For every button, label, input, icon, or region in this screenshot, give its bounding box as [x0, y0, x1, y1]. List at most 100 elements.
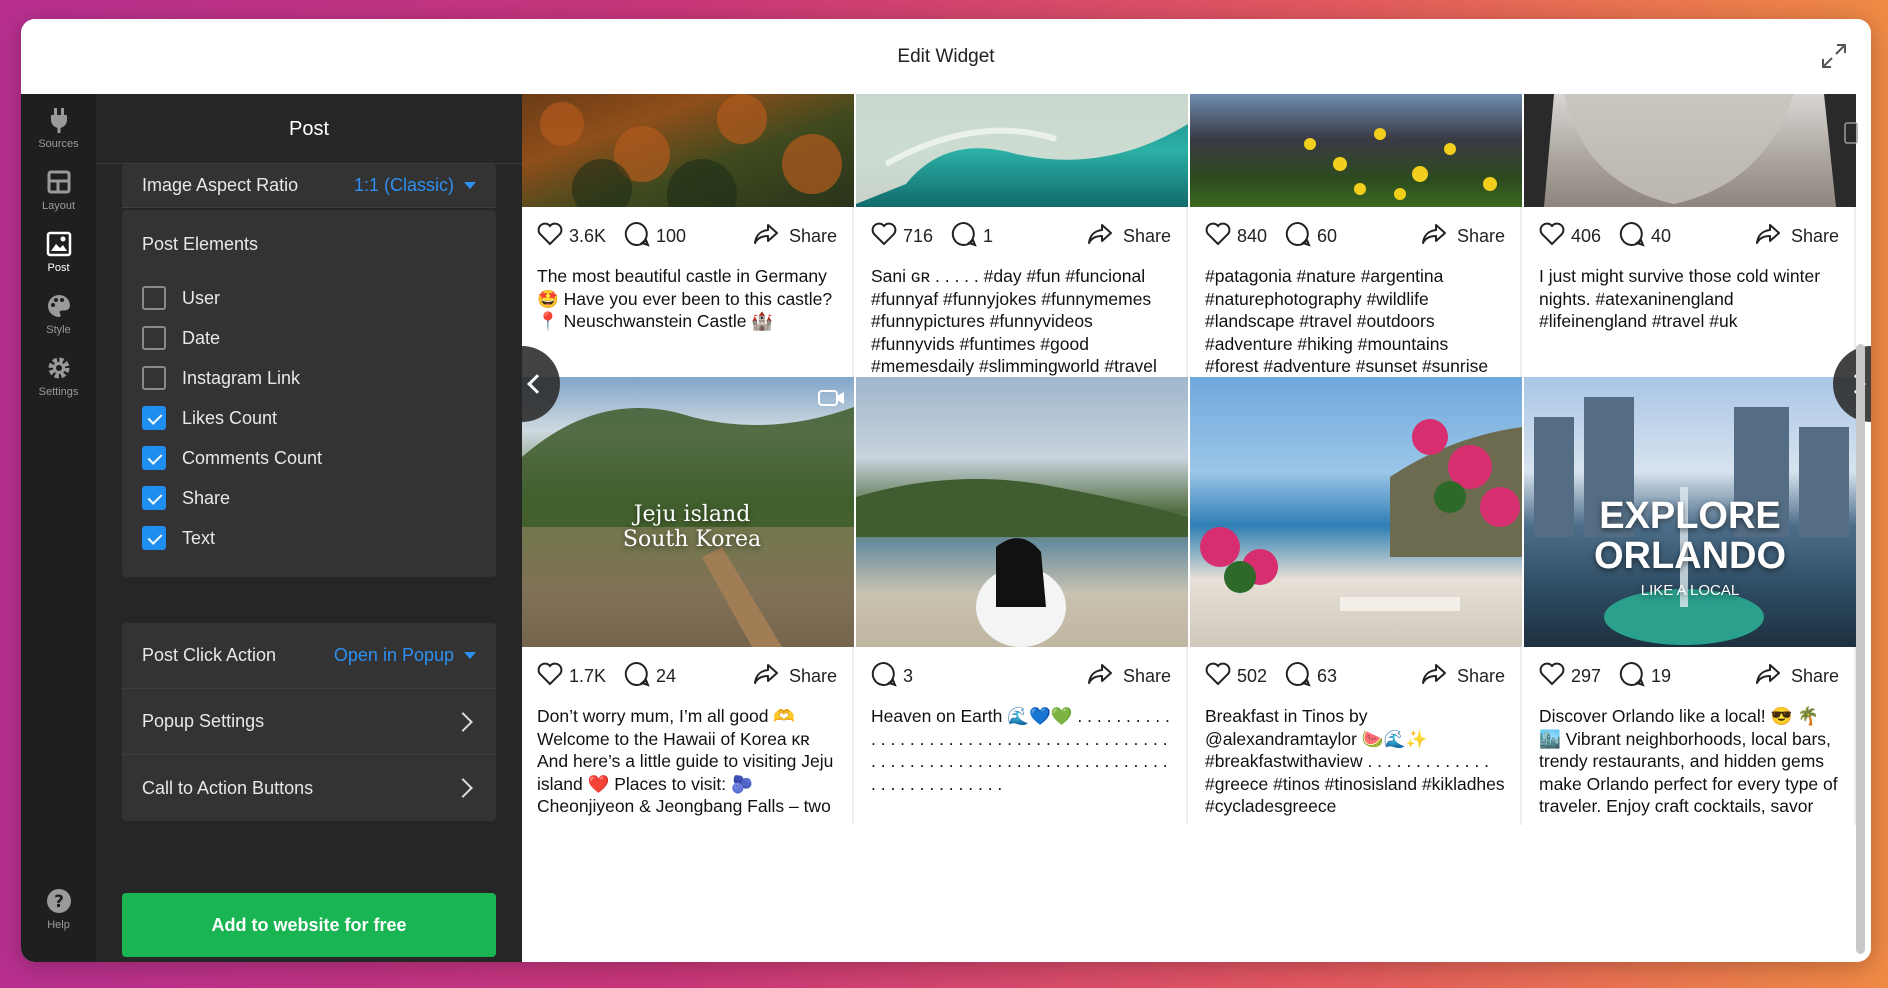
post-stats: 297 19 Share [1524, 647, 1854, 705]
comment-icon [871, 661, 903, 692]
feed-post[interactable]: 716 1 Share Sani ɢʀ . . . . . #day #fun #f… [856, 94, 1188, 385]
comment-icon [1285, 661, 1317, 692]
feed-scrollbar[interactable] [1856, 344, 1865, 954]
post-element-checkbox[interactable]: User [122, 278, 496, 318]
post-caption: #patagonia #nature #argentina #naturepho… [1205, 266, 1489, 376]
chevron-right-icon [453, 711, 473, 732]
checkbox[interactable] [142, 406, 166, 430]
rail-item-layout[interactable]: Layout [21, 168, 96, 212]
heart-icon [537, 662, 569, 691]
post-element-checkbox[interactable]: Comments Count [122, 438, 496, 478]
checkbox-label: Date [182, 327, 221, 348]
checkbox-label: Likes Count [182, 407, 278, 428]
aspect-ratio-value: 1:1 (Classic) [353, 175, 454, 195]
comment-icon [624, 221, 656, 252]
checkbox[interactable] [142, 286, 166, 310]
feed-post[interactable]: 3 Share Heaven on Earth 🌊💙💚 . . . . . . .… [856, 377, 1188, 825]
post-stats: 406 40 Share [1524, 207, 1854, 265]
post-stats: 1.7K 24 Share [522, 647, 852, 705]
likes-count: 1.7K [537, 662, 606, 691]
rail-label-sources: Sources [38, 138, 79, 150]
heart-icon [537, 222, 569, 251]
post-stats: 502 63 Share [1190, 647, 1520, 705]
post-elements-card: Post Elements User Date Instagram Link Like… [122, 210, 496, 577]
checkbox[interactable] [142, 486, 166, 510]
share-button[interactable]: Share [753, 223, 837, 250]
post-click-action-label: Post Click Action [142, 645, 277, 665]
aspect-ratio-label: Image Aspect Ratio [142, 175, 299, 195]
comments-count: 24 [624, 661, 676, 692]
comments-count: 3 [871, 661, 913, 692]
post-element-checkbox[interactable]: Instagram Link [122, 358, 496, 398]
post-element-checkbox[interactable]: Likes Count [122, 398, 496, 438]
post-click-action-value: Open in Popup [333, 645, 454, 665]
comments-count: 1 [951, 221, 993, 252]
aspect-ratio-card: Image Aspect Ratio 1:1 (Classic) [122, 164, 496, 208]
image-overlay-text: Jeju island [633, 502, 751, 527]
rail-item-style[interactable]: Style [21, 292, 96, 336]
popup-settings-row[interactable]: Popup Settings [122, 689, 496, 755]
rail-item-settings[interactable]: Settings [21, 354, 96, 398]
share-button[interactable]: Share [753, 663, 837, 690]
feed-post[interactable]: 3.6K 100 Share The most beautiful castle i… [522, 94, 854, 385]
share-icon [753, 663, 789, 690]
share-button[interactable]: Share [1421, 223, 1505, 250]
post-element-checkbox[interactable]: Text [122, 518, 496, 558]
post-image [856, 94, 1188, 207]
post-stats: 3 Share [856, 647, 1186, 705]
help-icon: ? [46, 889, 71, 913]
share-icon [1755, 663, 1791, 690]
popup-settings-label: Popup Settings [142, 711, 265, 731]
mobile-preview-icon[interactable] [1843, 122, 1859, 144]
share-icon [1087, 663, 1123, 690]
checkbox[interactable] [142, 526, 166, 550]
checkbox-label: Share [182, 487, 231, 508]
feed-post[interactable]: 502 63 Share Breakfast in Tinos by @alexan… [1190, 377, 1522, 825]
share-icon [1755, 223, 1791, 250]
post-element-checkbox[interactable]: Date [122, 318, 496, 358]
likes-count: 406 [1539, 222, 1601, 251]
rail-item-post[interactable]: Post [21, 230, 96, 274]
post-click-action-select[interactable]: Post Click Action Open in Popup [122, 623, 496, 689]
share-button[interactable]: Share [1087, 223, 1171, 250]
share-button[interactable]: Share [1755, 663, 1839, 690]
share-button[interactable]: Share [1087, 663, 1171, 690]
expand-icon[interactable] [1819, 41, 1849, 71]
window-title: Edit Widget [897, 45, 995, 67]
checkbox-label: User [182, 287, 221, 308]
heart-icon [1539, 662, 1571, 691]
titlebar: Edit Widget [21, 19, 1871, 94]
plug-icon [50, 108, 67, 133]
feed-post[interactable]: 840 60 Share #patagonia #nature #argentina… [1190, 94, 1522, 385]
rail-item-sources[interactable]: Sources [21, 106, 96, 150]
share-button[interactable]: Share [1755, 223, 1839, 250]
likes-count: 502 [1205, 662, 1267, 691]
checkbox[interactable] [142, 326, 166, 350]
comment-icon [1619, 221, 1651, 252]
comment-icon [951, 221, 983, 252]
checkbox[interactable] [142, 366, 166, 390]
post-caption: Discover Orlando like a local! 😎 🌴 🏙️ Vi… [1539, 706, 1838, 816]
rail-item-help[interactable]: ? Help [21, 887, 96, 931]
feed-post[interactable]: Jeju island South Korea 1.7K 24 Share Don’… [522, 377, 854, 825]
post-element-checkbox[interactable]: Share [122, 478, 496, 518]
rail-label-layout: Layout [41, 200, 76, 212]
rail-label-settings: Settings [38, 386, 79, 398]
image-overlay-text: ORLANDO [1593, 535, 1787, 577]
add-to-website-button[interactable]: Add to website for free [122, 893, 496, 957]
instagram-feed-preview: 3.6K 100 Share The most beautiful castle i… [522, 94, 1871, 962]
feed-post[interactable]: 406 40 Share I just might survive those co… [1524, 94, 1856, 385]
post-caption: The most beautiful castle in Germany 🤩 H… [537, 266, 833, 331]
image-aspect-ratio-select[interactable]: Image Aspect Ratio 1:1 (Classic) [122, 164, 496, 208]
share-icon [1421, 663, 1457, 690]
share-button[interactable]: Share [1421, 663, 1505, 690]
comments-count: 19 [1619, 661, 1671, 692]
likes-count: 297 [1539, 662, 1601, 691]
chevron-left-icon [527, 374, 547, 394]
image-icon [46, 231, 71, 257]
cta-buttons-row[interactable]: Call to Action Buttons [122, 755, 496, 821]
share-icon [1087, 223, 1123, 250]
feed-post[interactable]: EXPLORE ORLANDO LIKE A LOCAL 297 19 Share … [1524, 377, 1856, 825]
checkbox[interactable] [142, 446, 166, 470]
rail-label-style: Style [46, 324, 71, 336]
